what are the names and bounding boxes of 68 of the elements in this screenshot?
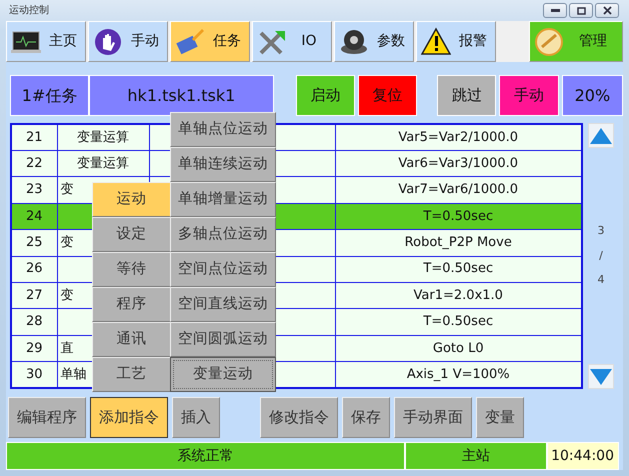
nav-tab[interactable]: 报警 [416, 21, 496, 62]
page-indicator: 4 [598, 272, 604, 288]
program-name: hk1.tsk1.tsk1 [89, 75, 274, 116]
task-label: 1#任务 [10, 75, 90, 116]
menu-item[interactable]: 等待 [92, 252, 171, 288]
scroll-up-button[interactable] [588, 123, 614, 148]
submenu-item[interactable]: 变量运动 [170, 357, 276, 392]
table-cell: 25 [11, 230, 57, 256]
maximize-button[interactable] [569, 3, 593, 18]
action-button[interactable]: 插入 [172, 397, 220, 438]
action-button[interactable]: 保存 [342, 397, 390, 438]
window-title: 运动控制 [8, 4, 49, 18]
submenu-item[interactable]: 空间点位运动 [170, 252, 276, 288]
table-cell: 21 [11, 124, 57, 150]
nav-tab[interactable]: 任务 [170, 21, 250, 62]
page-indicator: 3 [598, 223, 604, 240]
down-arrow-icon [589, 368, 613, 386]
table-cell: 24 [11, 203, 57, 230]
nav-tab[interactable]: 主页 [6, 21, 86, 62]
nav-tab[interactable]: IO [252, 21, 332, 62]
table-cell: 22 [11, 150, 57, 177]
menu-item[interactable]: 设定 [92, 217, 171, 252]
warning-icon [421, 26, 451, 57]
hand-icon [93, 26, 123, 57]
table-cell: 变量运算 [57, 124, 149, 150]
submenu-item[interactable]: 空间直线运动 [170, 287, 276, 322]
menu-item[interactable]: 工艺 [92, 357, 171, 392]
page-indicator: / [599, 248, 603, 264]
clock-display: 10:44:00 [547, 442, 619, 470]
control-button[interactable]: 复位 [358, 75, 418, 116]
table-cell: T=0.50sec [335, 203, 582, 230]
table-cell: 28 [11, 308, 57, 336]
action-button[interactable]: 修改指令 [260, 397, 338, 438]
submenu-item[interactable]: 空间圆弧运动 [170, 322, 276, 358]
scroll-down-button[interactable] [588, 364, 614, 389]
station-label: 主站 [405, 442, 547, 470]
maximize-icon [576, 6, 586, 15]
table-cell: 29 [11, 335, 57, 362]
nav-tab[interactable]: 参数 [334, 21, 414, 62]
table-cell: 变量运算 [57, 150, 149, 177]
menu-item[interactable]: 程序 [92, 287, 171, 322]
minimize-button[interactable] [543, 3, 567, 18]
action-button[interactable]: 编辑程序 [8, 397, 86, 438]
close-icon [602, 6, 612, 16]
minimize-icon [550, 9, 560, 12]
close-button[interactable] [595, 3, 619, 18]
submenu-item[interactable]: 多轴点位运动 [170, 217, 276, 252]
status-message: 系统正常 [6, 442, 405, 470]
submenu-item[interactable]: 单轴连续运动 [170, 147, 276, 182]
menu-item[interactable]: 通讯 [92, 322, 171, 358]
speed-percent: 20% [562, 75, 623, 116]
action-button[interactable]: 手动界面 [394, 397, 472, 438]
submenu-item[interactable]: 单轴增量运动 [170, 182, 276, 218]
control-button[interactable]: 跳过 [437, 75, 496, 116]
coin-icon [534, 26, 564, 57]
control-button[interactable]: 手动 [499, 75, 559, 116]
up-arrow-icon [589, 126, 613, 145]
table-cell: 23 [11, 176, 57, 204]
action-button[interactable]: 变量 [476, 397, 524, 438]
brush-icon [175, 26, 205, 57]
control-button[interactable]: 启动 [296, 75, 355, 116]
action-button[interactable]: 添加指令 [90, 397, 168, 438]
table-cell: 26 [11, 256, 57, 282]
nav-tab[interactable]: 手动 [88, 21, 168, 62]
nav-tab[interactable]: 管理 [529, 21, 623, 62]
menu-item[interactable]: 运动 [92, 182, 171, 218]
table-cell: 27 [11, 282, 57, 309]
submenu-item[interactable]: 单轴点位运动 [170, 112, 276, 148]
